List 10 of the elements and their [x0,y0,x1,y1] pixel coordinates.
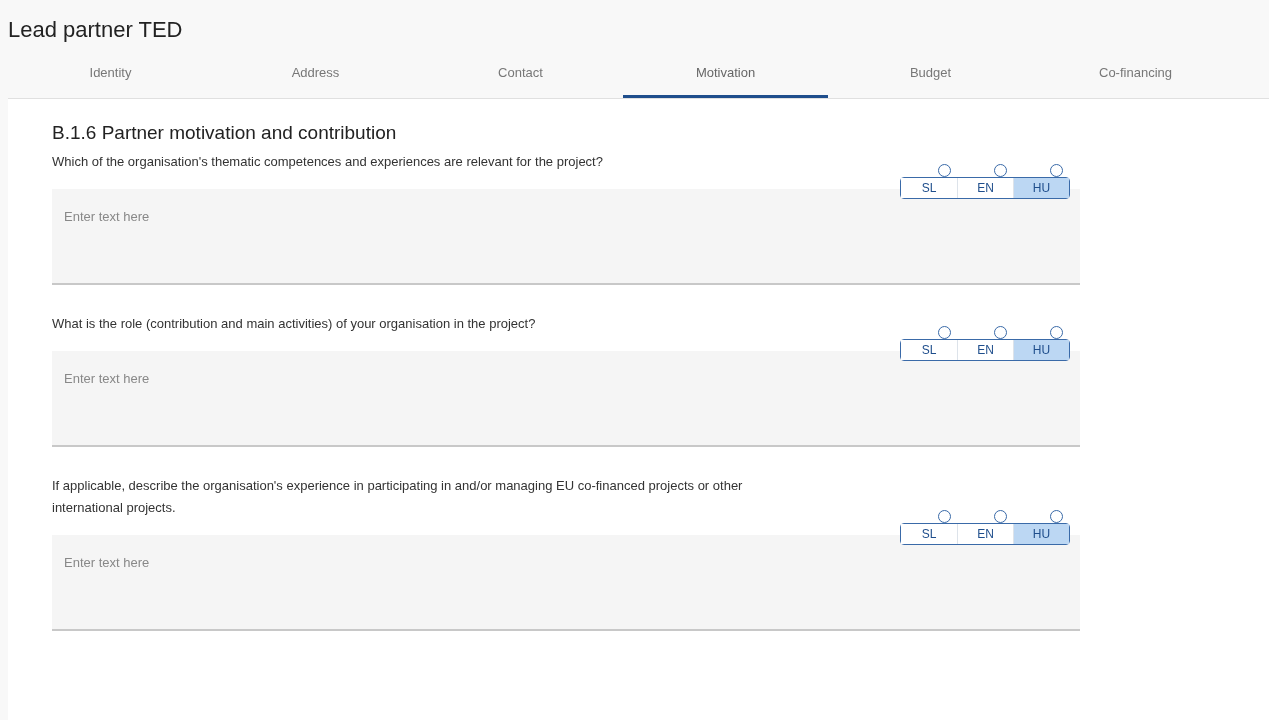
tab[interactable]: Identity [8,50,213,98]
question-text: If applicable, describe the organisation's experience in participating in and/or managing EU co-financed projects or other international projects. [52,477,744,517]
section-heading: B.1.6 Partner motivation and contribution [52,121,398,145]
question-text: Which of the organisation's thematic competences and experiences are relevant for the project? [52,153,604,171]
tab[interactable]: Address [213,50,418,98]
question-text: What is the role (contribution and main activities) of your organisation in the project? [52,315,537,333]
tab[interactable]: Budget [828,50,1033,98]
tab[interactable]: Co-financing [1033,50,1238,98]
tab[interactable]: Contact [418,50,623,98]
page-title: Lead partner TED [8,16,183,44]
